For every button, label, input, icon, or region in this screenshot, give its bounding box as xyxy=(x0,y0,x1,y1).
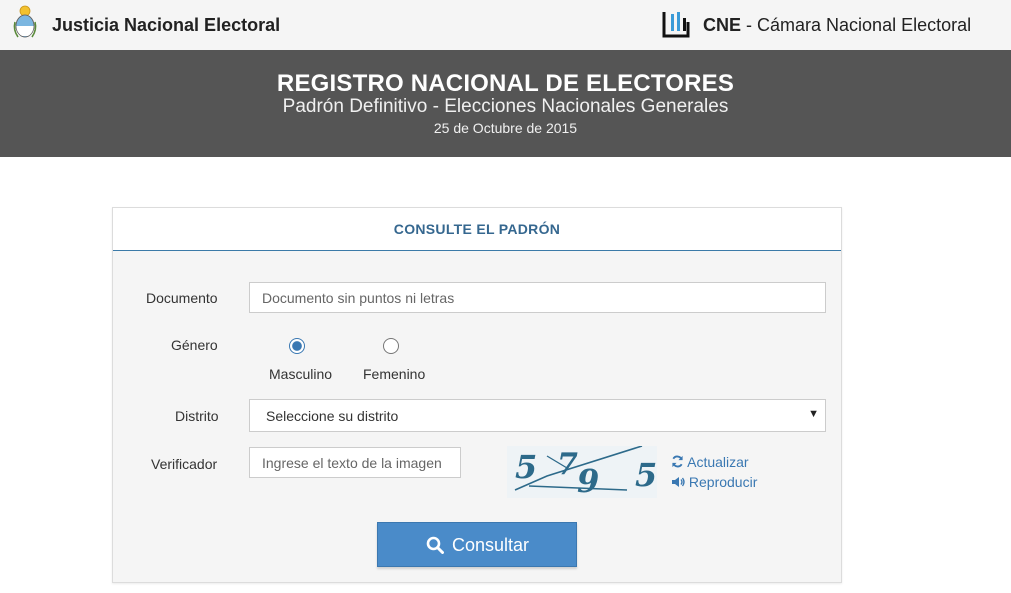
top-bar: Justicia Nacional Electoral CNE - Cámara… xyxy=(0,0,1011,50)
panel-header: CONSULTE EL PADRÓN xyxy=(113,208,841,251)
verificador-label: Verificador xyxy=(151,456,218,472)
documento-label: Documento xyxy=(146,290,218,306)
hero-banner: REGISTRO NACIONAL DE ELECTORES Padrón De… xyxy=(0,50,1011,157)
speaker-icon xyxy=(672,477,685,487)
captcha-char-2: 7 xyxy=(557,447,578,482)
banner-title: REGISTRO NACIONAL DE ELECTORES xyxy=(276,70,735,97)
banner-date: 25 de Octubre de 2015 xyxy=(433,120,578,136)
captcha-char-4: 5 xyxy=(635,456,657,494)
argentina-coat-of-arms-icon xyxy=(13,5,37,38)
radio-masculino[interactable] xyxy=(289,338,305,354)
documento-input[interactable] xyxy=(249,282,826,313)
captcha-refresh-link[interactable]: Actualizar xyxy=(671,454,749,470)
consult-panel: CONSULTE EL PADRÓN Documento Género Masc… xyxy=(112,207,842,583)
consultar-button[interactable]: Consultar xyxy=(377,522,577,567)
consultar-label: Consultar xyxy=(452,535,530,555)
distrito-label: Distrito xyxy=(175,408,219,424)
site-brand[interactable]: Justicia Nacional Electoral xyxy=(52,15,280,36)
captcha-char-1: 5 xyxy=(515,448,537,486)
radio-label-femenino: Femenino xyxy=(363,366,426,382)
radio-femenino[interactable] xyxy=(383,338,399,354)
cne-title[interactable]: CNE - Cámara Nacional Electoral xyxy=(703,15,971,36)
refresh-label: Actualizar xyxy=(687,454,749,470)
verificador-input[interactable] xyxy=(249,447,461,478)
captcha-char-3: 9 xyxy=(577,462,599,498)
cne-logo-icon xyxy=(662,12,690,38)
distrito-select[interactable]: Seleccione su distrito ▼ xyxy=(249,399,826,432)
banner-subtitle: Padrón Definitivo - Elecciones Nacionale… xyxy=(282,96,729,117)
captcha-audio-link[interactable]: Reproducir xyxy=(671,474,757,490)
refresh-icon xyxy=(672,455,683,468)
captcha-image: 5 7 9 5 xyxy=(507,446,657,498)
distrito-selected-value: Seleccione su distrito xyxy=(266,408,399,424)
cne-abbr: CNE xyxy=(703,15,742,35)
audio-label: Reproducir xyxy=(688,474,758,490)
dropdown-arrow-icon: ▼ xyxy=(808,408,819,420)
panel-title: CONSULTE EL PADRÓN xyxy=(393,221,561,237)
genero-label: Género xyxy=(171,337,218,353)
cne-name: - Cámara Nacional Electoral xyxy=(741,15,972,35)
radio-label-masculino: Masculino xyxy=(269,366,333,382)
search-icon xyxy=(426,536,444,554)
